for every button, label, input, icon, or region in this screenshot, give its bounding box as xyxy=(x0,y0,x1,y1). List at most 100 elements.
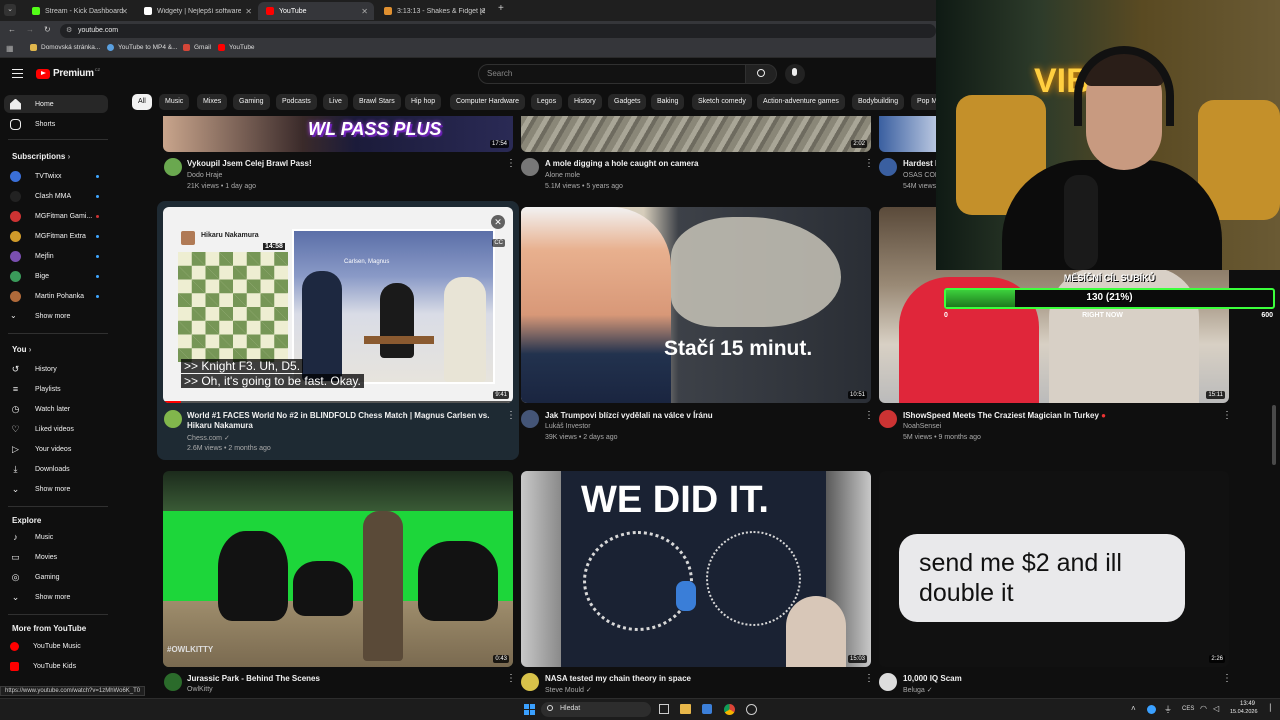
close-icon[interactable]: ✕ xyxy=(245,7,252,16)
video-title[interactable]: 10,000 IQ Scam xyxy=(903,674,1203,684)
search-button[interactable] xyxy=(745,64,777,84)
sidebar-subscription[interactable]: Clash MMA xyxy=(10,188,99,204)
sidebar-subscription[interactable]: Mejfin xyxy=(10,248,99,264)
channel-avatar[interactable] xyxy=(164,410,182,428)
wifi-icon[interactable]: ◠ xyxy=(1200,704,1207,713)
more-options-icon[interactable]: ⋮ xyxy=(506,158,516,169)
channel-name[interactable]: Steve Mould ✓ xyxy=(545,686,592,694)
page-scrollbar[interactable] xyxy=(1272,405,1276,465)
apps-icon[interactable]: ▦ xyxy=(6,44,14,53)
progress-bar[interactable] xyxy=(163,401,513,403)
more-options-icon[interactable]: ⋮ xyxy=(864,673,874,684)
chip-mixes[interactable]: Mixes xyxy=(197,94,228,110)
more-options-icon[interactable]: ⋮ xyxy=(864,158,874,169)
close-icon[interactable]: ✕ xyxy=(479,7,486,16)
bookmark-yt-mp4[interactable]: YouTube to MP4 &... xyxy=(107,44,178,51)
chip-baking[interactable]: Baking xyxy=(651,94,685,110)
chip-brawl-stars[interactable]: Brawl Stars xyxy=(353,94,401,110)
video-thumbnail[interactable]: Stačí 15 minut. 10:51 xyxy=(521,207,871,403)
tab-youtube[interactable]: YouTube ✕ xyxy=(258,2,374,20)
mute-icon[interactable]: ✕ xyxy=(491,215,505,229)
sidebar-item-youtube-music[interactable]: YouTube Music xyxy=(10,638,81,654)
video-title[interactable]: Hardest M xyxy=(903,159,936,169)
sidebar-subscription[interactable]: Martin Pohanka xyxy=(10,288,99,304)
chip-podcasts[interactable]: Podcasts xyxy=(276,94,317,110)
channel-avatar[interactable] xyxy=(164,158,182,176)
chip-history[interactable]: History xyxy=(568,94,602,110)
chip-live[interactable]: Live xyxy=(323,94,348,110)
tray-chevron-icon[interactable]: ˄ xyxy=(1131,704,1136,713)
clock-date[interactable]: 15.04.2026 xyxy=(1230,709,1258,715)
video-title[interactable]: A mole digging a hole caught on camera xyxy=(545,159,845,169)
notification-icon[interactable]: ▏ xyxy=(1270,704,1275,712)
app-icon[interactable] xyxy=(746,704,757,715)
sidebar-item-shorts[interactable]: Shorts xyxy=(10,116,55,132)
chip-action-adventure-games[interactable]: Action-adventure games xyxy=(757,94,845,110)
channel-name[interactable]: Alone mole xyxy=(545,172,580,179)
channel-name[interactable]: Dodo Hraje xyxy=(187,172,222,179)
channel-name[interactable]: NoahSensei xyxy=(903,423,941,430)
sidebar-subscription[interactable]: TVTwixx xyxy=(10,168,99,184)
tab-menu-icon[interactable]: ⌄ xyxy=(4,4,16,16)
channel-name[interactable]: OSAS COM xyxy=(903,172,936,179)
captions-icon[interactable]: CC xyxy=(492,239,505,247)
video-preview-player[interactable]: Hikaru Nakamura 14:58 Carlsen, Magnus >>… xyxy=(163,207,513,403)
tab-widgety[interactable]: Widgety | Nejlepší software pro... ✕ xyxy=(136,2,258,20)
video-thumbnail[interactable]: WL PASS PLUS 17:54 xyxy=(163,116,513,152)
url-field[interactable]: ⚙ youtube.com xyxy=(60,24,936,38)
volume-icon[interactable]: ◁ xyxy=(1213,704,1219,713)
channel-name[interactable]: OwlKitty xyxy=(187,686,213,693)
chrome-icon[interactable] xyxy=(724,704,735,715)
sidebar-item-show-more[interactable]: ⌄ Show more xyxy=(10,589,71,605)
channel-avatar[interactable] xyxy=(879,673,897,691)
sidebar-item-gaming[interactable]: ◎ Gaming xyxy=(10,569,60,585)
sidebar-subscription[interactable]: MGFitman Gami... xyxy=(10,208,99,224)
channel-avatar[interactable] xyxy=(521,158,539,176)
chip-computer-hardware[interactable]: Computer Hardware xyxy=(450,94,526,110)
tab-kick[interactable]: Stream - Kick Dashboard ✕ xyxy=(24,2,134,20)
more-options-icon[interactable]: ⋮ xyxy=(506,673,516,684)
chip-pop-m[interactable]: Pop M xyxy=(911,94,936,110)
channel-name[interactable]: Beluga ✓ xyxy=(903,686,933,694)
tab-shakes[interactable]: 3:13:13 - Shakes & Fidget [30.0... ✕ xyxy=(376,2,492,20)
bookmark-gmail[interactable]: Gmail xyxy=(183,44,211,51)
windows-start-icon[interactable] xyxy=(524,704,535,715)
video-title[interactable]: Jak Trumpovi blízcí vydělali na válce v … xyxy=(545,411,845,421)
search-input[interactable]: Search xyxy=(478,64,746,84)
more-options-icon[interactable]: ⋮ xyxy=(1222,673,1232,684)
clock-time[interactable]: 13:49 xyxy=(1240,701,1255,707)
video-title[interactable]: NASA tested my chain theory in space xyxy=(545,674,845,684)
task-view-icon[interactable] xyxy=(659,704,669,714)
language-indicator[interactable]: CES xyxy=(1182,706,1194,712)
file-explorer-icon[interactable] xyxy=(680,704,691,714)
sidebar-item-youtube-kids[interactable]: YouTube Kids xyxy=(10,658,76,674)
chip-music[interactable]: Music xyxy=(159,94,190,110)
chip-all[interactable]: All xyxy=(132,94,152,110)
sidebar-item-home[interactable]: Home xyxy=(10,96,54,112)
channel-avatar[interactable] xyxy=(521,673,539,691)
tray-app-icon[interactable] xyxy=(1147,705,1156,714)
site-info-icon[interactable]: ⚙ xyxy=(66,26,72,34)
sidebar-item-watch-later[interactable]: ◷ Watch later xyxy=(10,401,71,417)
more-options-icon[interactable]: ⋮ xyxy=(506,410,516,421)
sidebar-item-liked-videos[interactable]: ♡ Liked videos xyxy=(10,421,73,437)
voice-search-button[interactable] xyxy=(785,64,805,84)
youtube-logo[interactable]: Premium CZ xyxy=(36,67,100,79)
channel-name[interactable]: Chess.com ✓ xyxy=(187,434,230,442)
channel-avatar[interactable] xyxy=(521,410,539,428)
channel-avatar[interactable] xyxy=(879,410,897,428)
forward-icon[interactable]: → xyxy=(26,25,34,34)
subscriptions-show-more[interactable]: ⌄ Show more xyxy=(10,308,70,324)
more-options-icon[interactable]: ⋮ xyxy=(1222,410,1232,421)
tray-mic-icon[interactable]: ⏚ xyxy=(1164,704,1172,715)
bookmark-home[interactable]: Domovská stránka... xyxy=(30,44,100,51)
back-icon[interactable]: ← xyxy=(8,25,16,34)
reload-icon[interactable]: ↻ xyxy=(44,25,51,34)
taskbar-search[interactable]: Hledat xyxy=(541,702,651,717)
sidebar-item-your-videos[interactable]: ▷ Your videos xyxy=(10,441,71,457)
chip-bodybuilding[interactable]: Bodybuilding xyxy=(852,94,905,110)
chip-gadgets[interactable]: Gadgets xyxy=(608,94,647,110)
chip-legos[interactable]: Legos xyxy=(531,94,563,110)
chip-gaming[interactable]: Gaming xyxy=(233,94,270,110)
sidebar-item-music[interactable]: ♪ Music xyxy=(10,529,53,545)
